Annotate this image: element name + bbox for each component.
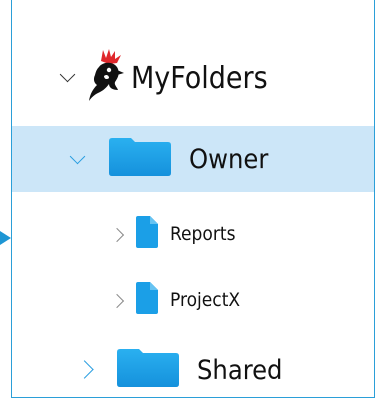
chevron-down-icon[interactable] [59,66,76,88]
chevron-right-icon[interactable] [75,359,94,380]
folder-icon [117,349,179,391]
tree-root-label: MyFolders [131,60,268,96]
file-icon [136,216,158,252]
folder-icon [109,138,171,180]
tree-item-label: Owner [189,143,269,175]
folder-tree-window: MyFolders Owner Reports ProjectX Shared [0,0,375,419]
chevron-right-icon[interactable] [109,291,125,310]
tree-item-reports[interactable]: Reports [12,206,374,262]
chevron-right-icon[interactable] [109,225,125,244]
tree-item-label: ProjectX [170,289,241,311]
chevron-down-icon[interactable] [69,148,86,169]
tree-item-owner[interactable]: Owner [12,126,374,192]
tree-item-label: Shared [197,354,283,386]
tree-root-myfolders[interactable]: MyFolders [12,42,374,114]
panel-pointer-arrow [0,231,11,245]
tree-item-label: Reports [170,223,236,245]
file-icon [136,282,158,318]
tree-item-projectx[interactable]: ProjectX [12,271,374,329]
rooster-logo-icon [87,49,125,107]
tree-item-shared[interactable]: Shared [12,342,374,398]
